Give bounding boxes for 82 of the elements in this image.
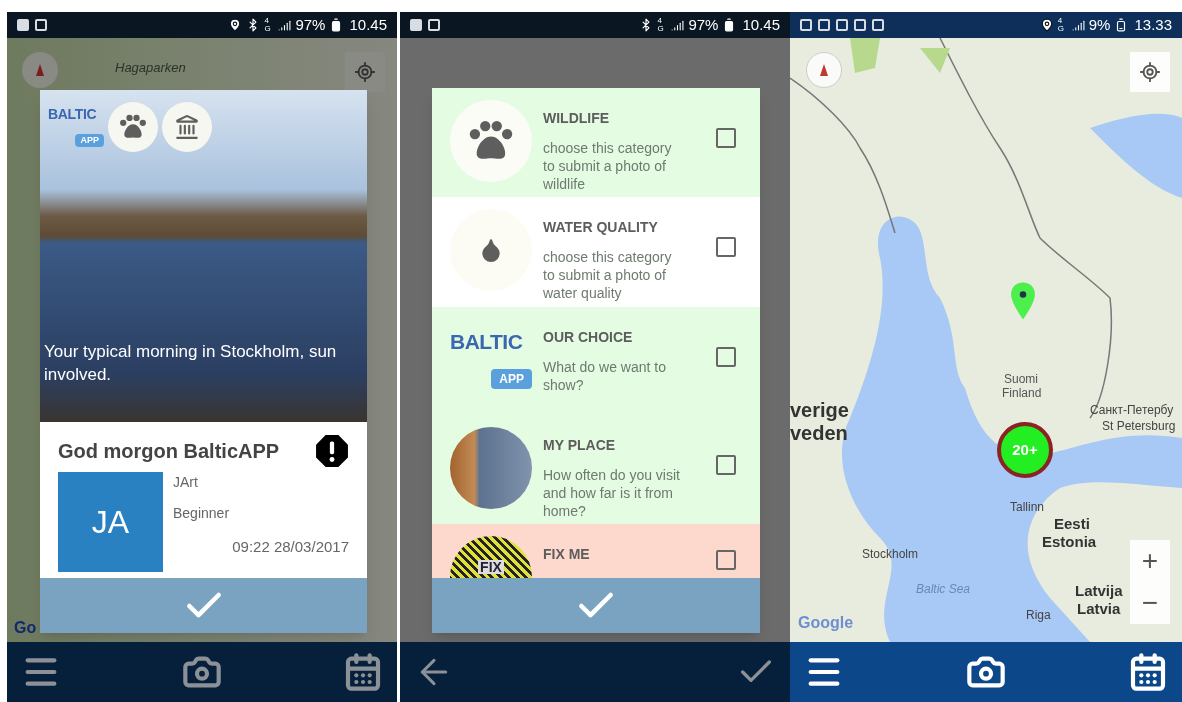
calendar-icon[interactable]	[1128, 652, 1168, 692]
user-rank: Beginner	[173, 504, 231, 523]
map-label: Riga	[1026, 609, 1051, 621]
notification-icon	[836, 19, 848, 31]
notification-icon	[854, 19, 866, 31]
location-icon	[1039, 18, 1054, 32]
map-label: Suomi	[1004, 373, 1038, 385]
notification-icon	[872, 19, 884, 31]
zoom-out-button[interactable]: −	[1130, 582, 1170, 624]
post-title: God morgon BalticAPP	[58, 439, 280, 464]
battery-percentage: 9%	[1088, 14, 1111, 35]
notification-icon	[410, 19, 422, 31]
map-label: St Petersburg	[1102, 420, 1176, 432]
map-label: veden	[790, 423, 848, 443]
checkbox[interactable]	[716, 347, 736, 367]
timestamp: 09:22 28/03/2017	[232, 537, 349, 557]
network-label: 4G	[1057, 17, 1065, 33]
compass-icon[interactable]	[806, 52, 842, 88]
network-label: 4G	[264, 17, 272, 33]
clock: 10.45	[742, 14, 780, 35]
signal-icon	[278, 18, 292, 32]
map-pin-icon[interactable]	[1010, 281, 1036, 321]
photo-caption: Your typical morning in Stockholm, sun involved.	[44, 341, 338, 386]
signal-icon	[1071, 18, 1085, 32]
category-description: How often do you visit and how far is it from home?	[543, 466, 681, 520]
checkbox[interactable]	[716, 128, 736, 148]
checkbox[interactable]	[716, 455, 736, 475]
network-label: 4G	[657, 17, 665, 33]
alert-icon[interactable]	[315, 434, 349, 468]
map-label: Baltic Sea	[916, 583, 971, 595]
category-description: What do we want to show?	[543, 358, 667, 394]
category-row[interactable]: WATER QUALITY choose this category to submit a photo of water quality	[432, 197, 760, 307]
category-description: choose this category to submit a photo of water quality	[543, 248, 673, 302]
notification-icon	[35, 19, 47, 31]
category-title: OUR CHOICE	[543, 328, 634, 347]
map-label: Estonia	[1042, 534, 1097, 549]
category-row[interactable]: FIX FIX ME	[432, 524, 760, 578]
notification-icon	[428, 19, 440, 31]
building-icon	[174, 114, 200, 140]
locate-icon	[354, 61, 376, 83]
category-row[interactable]: WILDLIFE choose this category to submit a photo of wildlife	[432, 88, 760, 197]
map-label: Stockholm	[862, 548, 919, 560]
signal-icon	[671, 18, 685, 32]
my-location-button[interactable]	[1130, 52, 1170, 92]
category-title: WILDLIFE	[543, 109, 611, 128]
app-logo: BALTIC APP	[48, 107, 104, 147]
category-row[interactable]: BALTIC APP OUR CHOICE What do we want to show?	[432, 307, 760, 415]
map-label: Eesti	[1054, 516, 1090, 531]
battery-percentage: 97%	[688, 14, 719, 35]
category-title: WATER QUALITY	[543, 218, 659, 237]
clock: 13.33	[1134, 14, 1172, 35]
category-description: choose this category to submit a photo of wildlife	[543, 139, 673, 193]
fix-me-icon: FIX	[450, 536, 532, 578]
calendar-icon[interactable]	[343, 652, 383, 692]
checkbox[interactable]	[716, 237, 736, 257]
paw-icon	[119, 114, 147, 140]
zoom-in-button[interactable]: +	[1130, 540, 1170, 582]
map-label: Latvija	[1075, 583, 1123, 598]
clock: 10.45	[349, 14, 387, 35]
avatar: JA	[58, 472, 163, 572]
map-label: verige	[790, 400, 849, 420]
notification-icon	[800, 19, 812, 31]
username: JArt	[173, 473, 199, 492]
location-icon	[228, 18, 243, 32]
checkbox[interactable]	[716, 550, 736, 570]
battery-percentage: 97%	[295, 14, 326, 35]
map-label: Hagaparken	[115, 59, 186, 77]
category-row[interactable]: MY PLACE How often do you visit and how far is it from home?	[432, 415, 760, 524]
map-label: Finland	[1002, 387, 1042, 399]
category-title: MY PLACE	[543, 436, 617, 455]
app-logo: BALTIC APP	[450, 331, 532, 389]
my-location-button[interactable]	[345, 52, 385, 92]
notification-icon	[17, 19, 29, 31]
notification-icon	[818, 19, 830, 31]
category-title: FIX ME	[543, 545, 591, 564]
map-attribution-logo: Go	[14, 618, 37, 638]
map-label: Latvia	[1077, 601, 1121, 616]
paw-icon	[468, 120, 514, 162]
locate-icon	[1139, 61, 1161, 83]
map-label: Санкт-Петербу	[1090, 404, 1174, 416]
map-label: Tallinn	[1010, 501, 1045, 513]
map-attribution-logo: Google	[798, 615, 854, 631]
